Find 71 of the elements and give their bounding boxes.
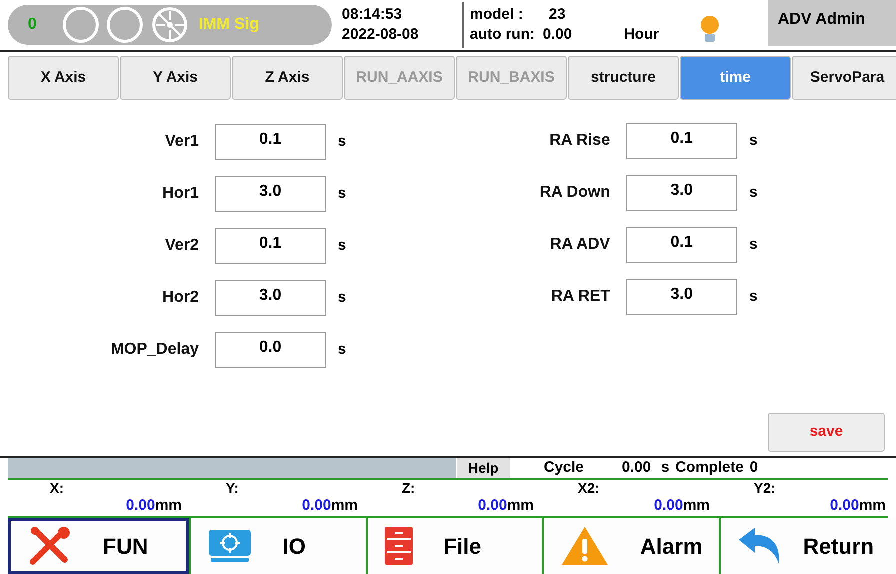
- axis-label: Z:: [401, 480, 416, 497]
- cycle-value: 0.00: [622, 458, 652, 478]
- tools-icon: [27, 526, 73, 566]
- unit-label: s: [749, 234, 758, 255]
- value-field[interactable]: 3.0: [626, 175, 738, 211]
- unit-label: s: [338, 288, 346, 308]
- warning-icon: [560, 525, 610, 567]
- field-label: RA RET: [550, 287, 612, 307]
- tab[interactable]: structure: [568, 56, 679, 100]
- field-label: Ver1: [164, 132, 200, 152]
- field-label: RA ADV: [549, 235, 612, 255]
- complete-value: 0: [750, 458, 758, 478]
- value-field[interactable]: 0.1: [215, 124, 326, 160]
- field-label: Hor1: [162, 184, 200, 204]
- axis-unit: mm: [331, 497, 358, 514]
- signal-text: IMM Sig: [198, 15, 260, 35]
- lightbulb-icon: [699, 15, 722, 45]
- auto-run-label: auto run:: [470, 25, 535, 45]
- monitor-icon: [206, 528, 253, 564]
- help-button[interactable]: Help: [456, 458, 510, 478]
- axis-value: 0.00: [478, 497, 508, 514]
- value-field[interactable]: 0.1: [626, 123, 738, 159]
- axis-value: 0.00: [126, 497, 156, 514]
- unit-label: s: [749, 130, 758, 151]
- unit-label: s: [338, 184, 346, 204]
- axis-label: Y:: [225, 480, 240, 497]
- tab[interactable]: ServoPara: [792, 56, 896, 100]
- user-badge: ADV Admin: [768, 0, 896, 46]
- complete-label: Complete: [676, 458, 744, 478]
- tab[interactable]: Y Axis: [120, 56, 231, 100]
- value-field[interactable]: 0.0: [215, 332, 326, 368]
- unit-label: s: [749, 182, 758, 203]
- axis-value: 0.00: [830, 497, 860, 514]
- unit-label: s: [338, 132, 346, 152]
- field-label: RA Down: [538, 183, 612, 203]
- field-label: Ver2: [164, 236, 200, 256]
- axis-unit: mm: [155, 497, 182, 514]
- unit-label: s: [338, 236, 346, 256]
- cycle-unit: s: [661, 458, 670, 478]
- unit-label: s: [338, 340, 346, 360]
- axis-label: X:: [49, 480, 65, 497]
- axis-label: Y2:: [753, 480, 777, 497]
- crosshair-circle-icon: [150, 6, 189, 44]
- axis-unit: mm: [507, 497, 534, 514]
- clock-date: 2022-08-08: [342, 25, 420, 45]
- field-label: MOP_Delay: [110, 340, 200, 360]
- clock-time: 08:14:53: [342, 5, 404, 25]
- axis-value: 0.00: [654, 497, 684, 514]
- value-field[interactable]: 3.0: [215, 280, 326, 316]
- hour-label: Hour: [624, 24, 660, 44]
- field-label: RA Rise: [548, 131, 612, 151]
- value-field[interactable]: 3.0: [215, 176, 326, 212]
- save-button[interactable]: save: [768, 413, 885, 452]
- counter-text: 0: [28, 15, 37, 35]
- tab[interactable]: Z Axis: [232, 56, 343, 100]
- nav-button[interactable]: FUN: [8, 518, 189, 574]
- axis-value: 0.00: [302, 497, 332, 514]
- cycle-label: Cycle: [544, 458, 584, 478]
- cabinet-icon: [384, 526, 414, 566]
- model-label: model :: [470, 5, 524, 25]
- unit-label: s: [749, 286, 758, 307]
- field-label: Hor2: [162, 288, 200, 308]
- axis-unit: mm: [859, 497, 886, 514]
- value-field[interactable]: 0.1: [626, 227, 738, 263]
- model-value: 23: [549, 5, 567, 25]
- tab[interactable]: X Axis: [8, 56, 119, 100]
- value-field[interactable]: 0.1: [215, 228, 326, 264]
- auto-run-value: 0.00: [543, 25, 572, 45]
- value-field[interactable]: 3.0: [626, 279, 738, 315]
- axis-unit: mm: [683, 497, 710, 514]
- axis-label: X2:: [577, 480, 601, 497]
